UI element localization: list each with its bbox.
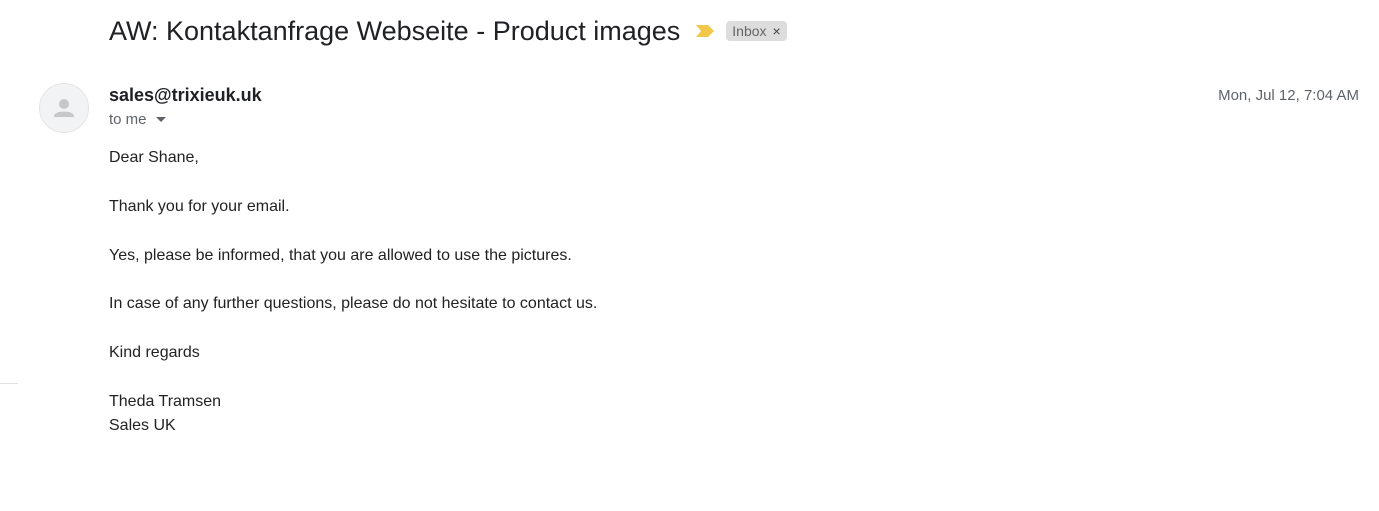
body-line: In case of any further questions, please… [109,295,598,313]
importance-marker-icon[interactable] [694,23,716,39]
divider [0,383,18,384]
avatar[interactable] [39,83,89,133]
body-line: Yes, please be informed, that you are al… [109,246,572,264]
closing: Kind regards [109,344,200,362]
default-avatar-icon [54,99,74,117]
chevron-down-icon[interactable] [155,117,166,122]
email-subject: AW: Kontaktanfrage Webseite - Product im… [109,15,681,46]
email-date: Mon, Jul 12, 7:04 AM [1218,87,1359,104]
body-line: Thank you for your email. [109,197,290,215]
signature-title: Sales UK [109,417,176,435]
email-body: Dear Shane, Thank you for your email. Ye… [109,146,597,439]
recipient-details-toggle[interactable]: to me [109,111,166,128]
sender-email[interactable]: sales@trixieuk.uk [109,85,262,106]
email-view: AW: Kontaktanfrage Webseite - Product im… [0,0,1379,511]
remove-label-icon[interactable]: × [773,24,781,38]
inbox-label-chip[interactable]: Inbox × [726,21,787,41]
recipient-text: to me [109,111,147,128]
greeting: Dear Shane, [109,149,199,166]
inbox-label-text: Inbox [732,23,767,39]
signature-name: Theda Tramsen [109,392,222,410]
subject-row: AW: Kontaktanfrage Webseite - Product im… [109,13,787,49]
